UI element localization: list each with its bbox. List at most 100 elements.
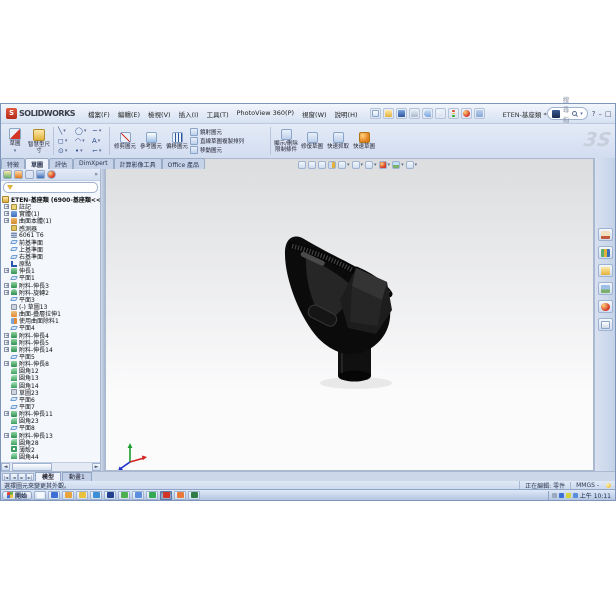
tree-item[interactable]: +附料-旋轉2: [2, 289, 100, 296]
repair-button[interactable]: 修復草圖: [299, 125, 325, 157]
tree-item[interactable]: 使用曲面除料1: [2, 317, 100, 324]
arc-tool[interactable]: ◠▾: [73, 136, 90, 146]
stacked-button-2[interactable]: 直線草圖複製排列: [190, 137, 268, 145]
messenger-taskbar-button[interactable]: [174, 491, 186, 500]
snaps-button[interactable]: 快速抓取: [325, 125, 351, 157]
chrome-taskbar-button[interactable]: [118, 491, 130, 500]
menu-item-7[interactable]: 視窗(W): [298, 107, 331, 121]
expand-icon[interactable]: +: [4, 411, 9, 416]
menu-item-4[interactable]: 插入(I): [175, 107, 203, 121]
restore-button[interactable]: □: [605, 109, 612, 119]
new-button[interactable]: [370, 108, 381, 119]
menu-item-6[interactable]: PhotoView 360(P): [233, 107, 298, 121]
zoom-fit-button[interactable]: [298, 161, 306, 169]
tab-Office 產品[interactable]: Office 產品: [162, 158, 205, 169]
fillet-tool[interactable]: ⌐▾: [90, 146, 107, 156]
view-palette-button[interactable]: [598, 282, 613, 295]
edit-appearance-button[interactable]: ▾: [379, 161, 391, 169]
minimize-button[interactable]: –: [598, 109, 602, 119]
tree-item[interactable]: 草圖23: [2, 389, 100, 396]
tree-item[interactable]: +附料-伸長3: [2, 282, 100, 289]
tree-item[interactable]: +附料-伸長14: [2, 346, 100, 353]
open-button[interactable]: [383, 108, 394, 119]
expand-icon[interactable]: +: [4, 268, 9, 273]
custom-properties-button[interactable]: [598, 318, 613, 331]
tree-root-item[interactable]: ETEN-基座類 (6900-基座類<<6900-基座類: [2, 195, 100, 203]
search-scope-icon[interactable]: [552, 110, 560, 118]
search-caret-icon[interactable]: ▾: [580, 111, 583, 117]
tree-item[interactable]: +伸長1: [2, 267, 100, 274]
expand-icon[interactable]: +: [4, 433, 9, 438]
graphics-area[interactable]: ▾▾▾▾▾▾: [105, 158, 594, 471]
mail-taskbar-button[interactable]: [62, 491, 74, 500]
internet-taskbar-button[interactable]: [146, 491, 158, 500]
point-tool[interactable]: •▾: [73, 146, 90, 156]
view-settings-button[interactable]: ▾: [406, 161, 418, 169]
save-button[interactable]: [396, 108, 407, 119]
resources-button[interactable]: [598, 228, 613, 241]
tree-item[interactable]: 平面1: [2, 274, 100, 281]
zoom-area-button[interactable]: [308, 161, 316, 169]
menu-item-1[interactable]: 檔案(F): [84, 107, 114, 121]
tree-item[interactable]: +曲面本體(1): [2, 217, 100, 224]
tree-item[interactable]: 平面4: [2, 324, 100, 331]
help-button[interactable]: ?: [592, 109, 596, 119]
unit-system[interactable]: MMGS -: [570, 482, 604, 489]
tree-item[interactable]: 圓角28: [2, 439, 100, 446]
tree-item[interactable]: 原點: [2, 260, 100, 267]
view-orientation-button[interactable]: ▾: [338, 161, 350, 169]
network-icon[interactable]: [559, 493, 564, 498]
app-window-blue-taskbar-button[interactable]: [48, 491, 60, 500]
app-navy-taskbar-button[interactable]: [104, 491, 116, 500]
relations-button[interactable]: 顯示/刪除限制條件: [273, 125, 299, 157]
command-search-box[interactable]: 搜尋指令 ▾: [547, 107, 588, 120]
tree-item[interactable]: 圓角12: [2, 367, 100, 374]
expand-icon[interactable]: +: [4, 347, 9, 352]
tree-item[interactable]: 平面5: [2, 353, 100, 360]
stacked-button-1[interactable]: 鏡射圖元: [190, 128, 268, 136]
print-button[interactable]: [409, 108, 420, 119]
select-button[interactable]: [435, 108, 446, 119]
text-tool[interactable]: A▾: [90, 136, 107, 146]
help-bubble-icon[interactable]: [606, 483, 611, 488]
tree-filter-box[interactable]: [3, 182, 98, 193]
scrollbar-thumb[interactable]: [12, 463, 52, 471]
expand-icon[interactable]: +: [4, 361, 9, 366]
tree-item[interactable]: 感測器: [2, 224, 100, 231]
menu-item-5[interactable]: 工具(T): [203, 107, 233, 121]
tree-item[interactable]: +附料-伸長13: [2, 432, 100, 439]
tree-item[interactable]: +附料-伸長8: [2, 360, 100, 367]
appearances-button[interactable]: [598, 300, 613, 313]
folder-taskbar-button[interactable]: [76, 491, 88, 500]
tree-item[interactable]: 6061 T6: [2, 232, 100, 239]
appearance-button[interactable]: [461, 108, 472, 119]
tree-item[interactable]: 圓角14: [2, 382, 100, 389]
circle-tool[interactable]: ◯▾: [73, 126, 90, 136]
tree-item[interactable]: 前基準面: [2, 239, 100, 246]
tree-item[interactable]: 上基準面: [2, 246, 100, 253]
menu-item-2[interactable]: 編輯(E): [114, 107, 144, 121]
tab-計算影像工具[interactable]: 計算影像工具: [114, 158, 162, 169]
expand-icon[interactable]: +: [4, 218, 9, 223]
viewset-button[interactable]: [474, 108, 485, 119]
tree-item[interactable]: 圓角13: [2, 374, 100, 381]
tree-item[interactable]: +註記: [2, 203, 100, 210]
panel-splitter[interactable]: [101, 169, 105, 471]
trim-entities-button[interactable]: 修剪圖元: [112, 125, 138, 157]
excel-taskbar-button[interactable]: [188, 491, 200, 500]
section-view-button[interactable]: [328, 161, 336, 169]
panel-chevron-icon[interactable]: »: [94, 171, 98, 178]
rectangle-tool[interactable]: ◻▾: [56, 136, 73, 146]
file-explorer-button[interactable]: [598, 264, 613, 277]
tree-item[interactable]: 平面6: [2, 396, 100, 403]
ellipse-tool[interactable]: ⊙▾: [56, 146, 73, 156]
tree-item[interactable]: +附料-伸長4: [2, 332, 100, 339]
tree-item[interactable]: +附料-伸長11: [2, 410, 100, 417]
tree-item[interactable]: 薄殼2: [2, 446, 100, 453]
spline-tool[interactable]: ~▾: [90, 126, 107, 136]
expand-icon[interactable]: +: [4, 204, 9, 209]
offset-entities-button[interactable]: 偏移圖元: [164, 125, 190, 157]
menu-item-3[interactable]: 檢視(V): [144, 107, 175, 121]
tree-item[interactable]: 圓角23: [2, 417, 100, 424]
media-player-taskbar-button[interactable]: [90, 491, 102, 500]
